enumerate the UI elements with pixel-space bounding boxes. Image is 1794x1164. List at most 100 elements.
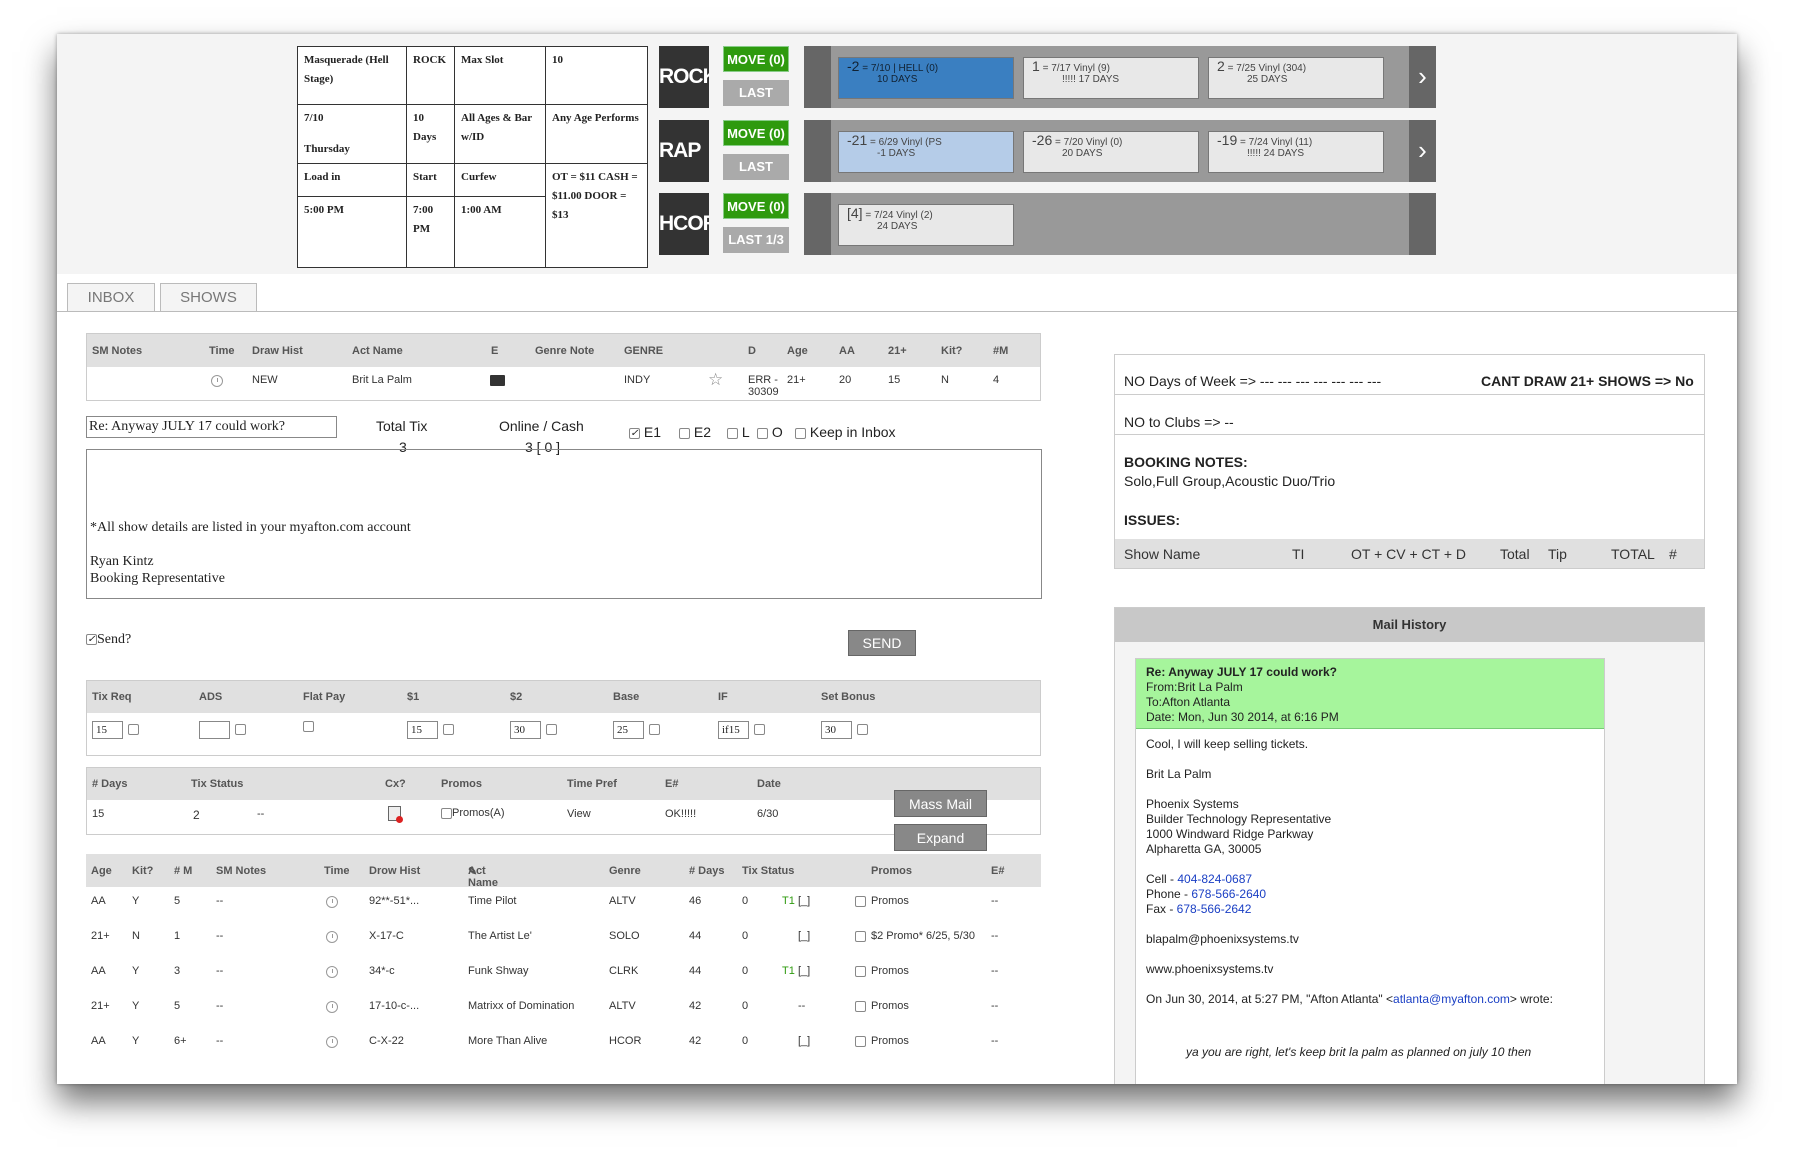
promo-check[interactable]	[855, 1036, 866, 1047]
pay-check[interactable]	[443, 724, 454, 735]
row-e-num: --	[991, 1000, 999, 1012]
clock-icon[interactable]	[326, 931, 338, 946]
pay-check[interactable]	[754, 724, 765, 735]
promo-check[interactable]	[855, 931, 866, 942]
pay-input[interactable]	[199, 721, 230, 739]
act-name[interactable]: Brit La Palm	[352, 374, 412, 386]
row-days: 42	[689, 1035, 702, 1047]
pay-check[interactable]	[649, 724, 660, 735]
list-header: Age Kit? # M SM Notes Time Drow Hist Act…	[86, 854, 1041, 889]
col-promos: Promos	[441, 778, 482, 790]
pay-check[interactable]	[235, 724, 246, 735]
show-slot[interactable]: 1 = 7/17 Vinyl (9)!!!!! 17 DAYS	[1023, 57, 1199, 99]
row-drow-hist: X-17-C	[369, 930, 404, 942]
expand-button[interactable]: Expand	[894, 824, 987, 851]
quote-email-link[interactable]: atlanta@myafton.com	[1393, 992, 1510, 1006]
slot-date-venue: = 7/24 Vinyl (11)	[1240, 137, 1313, 148]
status-days: 15	[92, 808, 105, 820]
table-row[interactable]: 21+ Y 5 -- 17-10-c-... Matrixx of Domination A…	[86, 992, 1041, 1027]
move-button[interactable]: MOVE (0)	[723, 193, 789, 219]
row-kit: Y	[132, 1000, 140, 1012]
mail-email: blapalm@phoenixsystems.tv	[1146, 932, 1299, 946]
cancel-trash-icon[interactable]	[388, 806, 403, 823]
clock-icon[interactable]	[326, 1036, 338, 1051]
pay-input[interactable]: 25	[613, 721, 644, 739]
chevron-right-icon[interactable]: ›	[1409, 120, 1436, 182]
check-l[interactable]: L	[727, 424, 750, 440]
last-button[interactable]: LAST	[723, 154, 789, 180]
check-e1[interactable]: E1	[629, 424, 661, 440]
venue: Masquerade (Hell Stage)	[297, 46, 407, 105]
phone-link[interactable]: 678-566-2640	[1191, 887, 1266, 901]
mail-fax: Fax - 678-566-2642	[1146, 902, 1252, 916]
show-slot[interactable]: 2 = 7/25 Vinyl (304) 25 DAYS	[1208, 57, 1384, 99]
star-icon[interactable]: ☆	[708, 370, 723, 390]
row-kit: Y	[132, 1035, 140, 1047]
pay-check[interactable]	[303, 721, 314, 732]
pay-col-header: $2	[510, 691, 523, 703]
pay-check[interactable]	[128, 724, 139, 735]
email-icon[interactable]	[490, 375, 505, 386]
pay-input[interactable]: 30	[821, 721, 852, 739]
mail-history-title: Mail History	[1115, 608, 1704, 642]
move-button[interactable]: MOVE (0)	[723, 120, 789, 146]
cell-link[interactable]: 404-824-0687	[1177, 872, 1252, 886]
table-row[interactable]: AA Y 3 -- 34*-c Funk Shway CLRK 44 0 T1 [_] Promos -…	[86, 957, 1041, 992]
send-button[interactable]: SEND	[848, 630, 916, 656]
fax-link[interactable]: 678-566-2642	[1177, 902, 1252, 916]
show-slot[interactable]: -2 = 7/10 | HELL (0) 10 DAYS	[838, 57, 1014, 99]
last-button[interactable]: LAST 1/3	[723, 227, 789, 253]
pay-check[interactable]	[546, 724, 557, 735]
clock-icon[interactable]	[326, 896, 338, 911]
clock-icon[interactable]	[326, 1001, 338, 1016]
subject-input[interactable]: Re: Anyway JULY 17 could work?	[86, 416, 337, 438]
mail-line: Brit La Palm	[1146, 767, 1212, 781]
no-clubs: NO to Clubs => --	[1124, 414, 1234, 430]
time-pref[interactable]: View	[567, 808, 591, 820]
table-row[interactable]: AA Y 5 -- 92**-51*... Time Pilot ALTV 46 0 T1 [_] P…	[86, 887, 1041, 922]
move-button[interactable]: MOVE (0)	[723, 46, 789, 72]
promos-check[interactable]: Promos(A)	[441, 807, 505, 819]
pay-input[interactable]: 15	[92, 721, 123, 739]
slot-days: 20 DAYS	[1062, 148, 1103, 159]
tab-inbox[interactable]: INBOX	[67, 283, 155, 311]
check-e2[interactable]: E2	[679, 424, 711, 440]
row-sm-notes: --	[216, 1000, 224, 1012]
tab-divider	[57, 311, 1737, 312]
show-slot[interactable]: -26 = 7/20 Vinyl (0) 20 DAYS	[1023, 131, 1199, 173]
clock-icon[interactable]	[326, 966, 338, 981]
promo-check[interactable]	[855, 896, 866, 907]
show-slot[interactable]: [4] = 7/24 Vinyl (2) 24 DAYS	[838, 204, 1014, 246]
row-e-num: --	[991, 965, 999, 977]
promo-check[interactable]	[855, 966, 866, 977]
row-promos: $2 Promo* 6/25, 5/30	[871, 930, 975, 942]
clock-icon[interactable]	[211, 375, 223, 390]
col-genre: GENRE	[624, 345, 664, 357]
pay-input[interactable]: if15	[718, 721, 749, 739]
genre-label: HCOR	[659, 193, 709, 255]
slot-strip: › -21 = 6/29 Vinyl (PS -1 DAYS -26 = 7/20 V…	[804, 120, 1436, 182]
table-row[interactable]: 21+ N 1 -- X-17-C The Artist Le' SOLO 44 0 [_] $2 …	[86, 922, 1041, 957]
col-kit: Kit?	[132, 865, 154, 877]
message-body[interactable]: *All show details are listed in your mya…	[86, 449, 1042, 599]
col-m: #M	[993, 345, 1009, 357]
col-time: Time	[324, 865, 350, 877]
last-button[interactable]: LAST	[723, 80, 789, 106]
chevron-right-icon[interactable]: ›	[1409, 46, 1436, 108]
mass-mail-button[interactable]: Mass Mail	[894, 790, 987, 817]
row-tix: 0	[742, 895, 749, 907]
show-slot[interactable]: -19 = 7/24 Vinyl (11)!!!!! 24 DAYS	[1208, 131, 1384, 173]
pay-input[interactable]: 30	[510, 721, 541, 739]
pencil-icon[interactable]: ✎	[468, 865, 477, 878]
pay-header: Tix Req ADS Flat Pay $1 $2 Base IF Set Bonus	[87, 681, 1040, 713]
promo-check[interactable]	[855, 1001, 866, 1012]
check-o[interactable]: O	[757, 424, 783, 440]
tab-shows[interactable]: SHOWS	[160, 283, 257, 311]
show-slot[interactable]: -21 = 6/29 Vinyl (PS -1 DAYS	[838, 131, 1014, 173]
send-check[interactable]: Send?	[86, 632, 131, 648]
pay-check[interactable]	[857, 724, 868, 735]
check-keep-inbox[interactable]: Keep in Inbox	[795, 424, 896, 440]
pay-input[interactable]: 15	[407, 721, 438, 739]
table-row[interactable]: AA Y 6+ -- C-X-22 More Than Alive HCOR 42 0 [_] Pr…	[86, 1027, 1041, 1062]
act-info-header: SM Notes Time Draw Hist Act Name E Genre…	[87, 334, 1040, 367]
